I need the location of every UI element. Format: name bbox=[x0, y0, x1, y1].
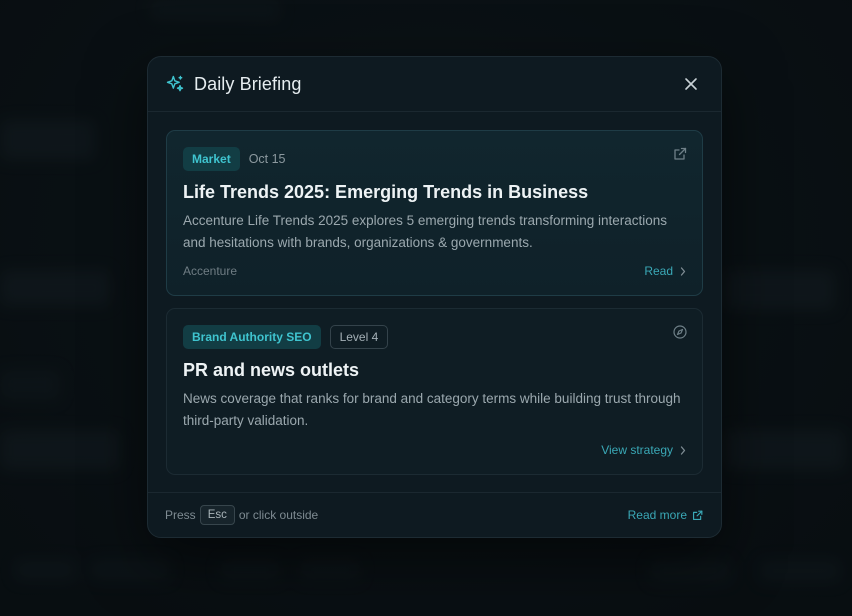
external-link-icon bbox=[692, 510, 703, 521]
card-description: News coverage that ranks for brand and c… bbox=[183, 391, 681, 428]
card-title: Life Trends 2025: Emerging Trends in Bus… bbox=[183, 182, 589, 202]
view-strategy-link[interactable]: View strategy bbox=[601, 443, 686, 457]
card-footer: Accenture Read bbox=[183, 263, 686, 279]
card-description: Accenture Life Trends 2025 explores 5 em… bbox=[183, 213, 668, 250]
chevron-right-icon bbox=[680, 266, 686, 276]
footer-press-text: Press bbox=[165, 508, 196, 522]
card-meta: Brand Authority SEO Level 4 bbox=[183, 325, 686, 349]
modal-footer: Press Esc or click outside Read more bbox=[148, 492, 721, 537]
card-title: PR and news outlets bbox=[183, 360, 360, 380]
close-button[interactable] bbox=[679, 72, 703, 96]
view-strategy-label: View strategy bbox=[601, 443, 673, 457]
read-more-link[interactable]: Read more bbox=[628, 508, 703, 522]
external-link-icon[interactable] bbox=[673, 147, 687, 161]
compass-icon[interactable] bbox=[673, 325, 687, 339]
modal-title: Daily Briefing bbox=[194, 73, 302, 94]
card-source: Accenture bbox=[183, 264, 238, 278]
briefing-card-strategy[interactable]: Brand Authority SEO Level 4 PR and news … bbox=[166, 308, 703, 475]
sparkles-icon bbox=[165, 74, 185, 94]
close-icon bbox=[685, 78, 697, 90]
category-tag: Market bbox=[183, 147, 240, 171]
card-meta: Market Oct 15 bbox=[183, 147, 686, 171]
read-link-label: Read bbox=[644, 264, 673, 278]
esc-key: Esc bbox=[199, 505, 235, 525]
chevron-right-icon bbox=[680, 445, 686, 455]
modal-header: Daily Briefing bbox=[148, 57, 721, 112]
read-more-label: Read more bbox=[627, 508, 687, 522]
footer-hint-text: or click outside bbox=[238, 508, 319, 522]
card-date: Oct 15 bbox=[248, 152, 286, 166]
read-link[interactable]: Read bbox=[644, 264, 686, 278]
daily-briefing-modal: Daily Briefing Market Oct 15 Life Trends… bbox=[147, 56, 722, 538]
briefing-card-market[interactable]: Market Oct 15 Life Trends 2025: Emerging… bbox=[166, 130, 703, 296]
level-badge: Level 4 bbox=[329, 325, 389, 349]
modal-body: Market Oct 15 Life Trends 2025: Emerging… bbox=[148, 112, 721, 475]
card-footer: View strategy bbox=[183, 442, 686, 458]
category-tag: Brand Authority SEO bbox=[183, 325, 321, 349]
